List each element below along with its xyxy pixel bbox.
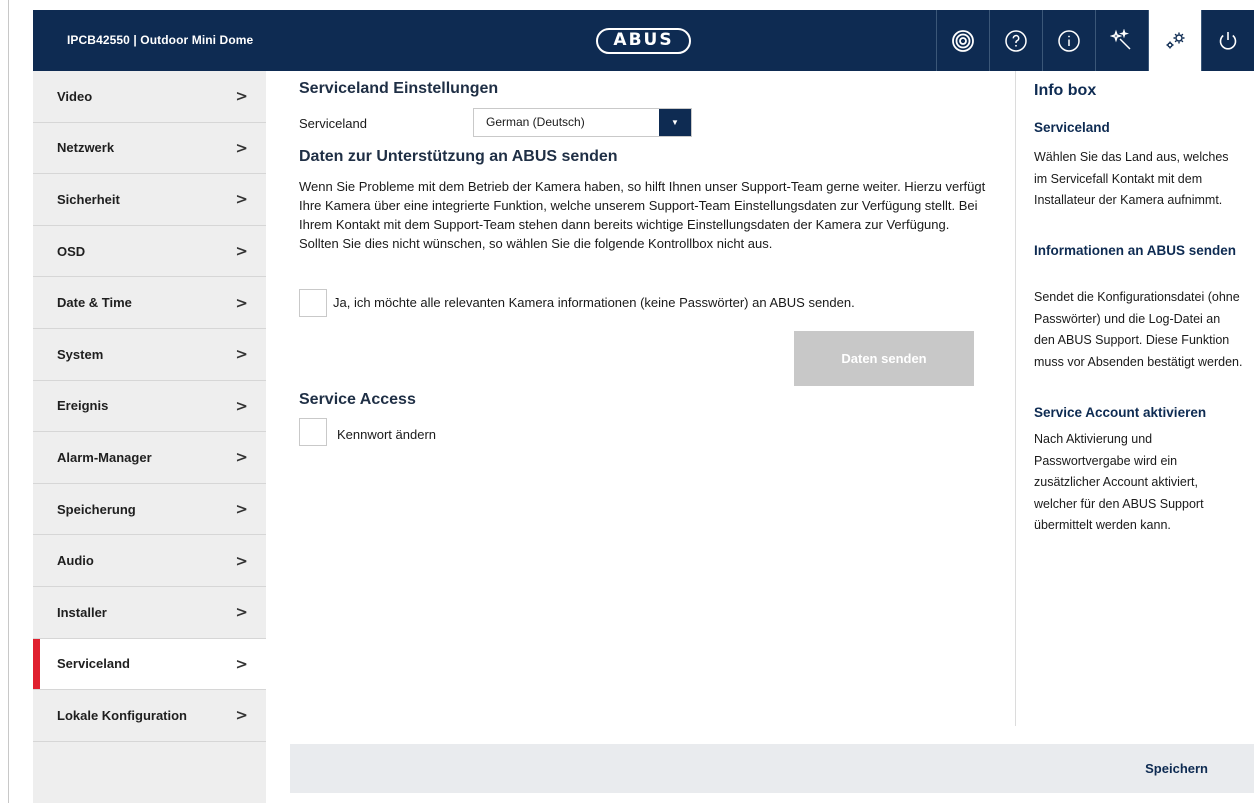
info-heading-service-account: Service Account aktivieren [1034,405,1207,420]
section-title-service-access: Service Access [299,391,416,408]
sidebar-item-label: Installer [57,604,107,620]
help-icon [1005,29,1027,52]
chevron-right-icon: > [235,654,248,673]
sidebar-item-label: Date & Time [57,295,132,311]
sidebar-item-label: Speicherung [57,501,136,517]
info-heading-serviceland: Serviceland [1034,120,1110,135]
header-toolbar [936,10,1254,71]
consent-label: Ja, ich möchte alle relevanten Kamera in… [333,295,855,310]
window-edge [0,0,33,803]
chevron-right-icon: > [235,603,248,622]
serviceland-select[interactable]: German (Deutsch) ▼ [473,108,692,137]
chevron-right-icon: > [235,138,248,157]
sidebar-item-label: Serviceland [57,656,130,672]
chevron-right-icon: > [235,448,248,467]
chevron-right-icon: > [235,551,248,570]
sidebar-item-sicherheit[interactable]: Sicherheit > [33,174,266,226]
section-title-serviceland: Serviceland Einstellungen [299,80,499,97]
info-text-send-info: Sendet die Konfigurationsdatei (ohne Pas… [1034,290,1243,369]
top-header: IPCB42550 | Outdoor Mini Dome ABUS [33,10,1254,71]
save-button[interactable]: Speichern [1145,744,1208,793]
sidebar-item-label: Sicherheit [57,191,120,207]
sidebar-item-date-time[interactable]: Date & Time > [33,277,266,329]
info-heading-send-info: Informationen an ABUS senden [1034,243,1237,258]
info-text-service-account: Nach Aktivierung und Passwortvergabe wir… [1034,432,1204,532]
consent-checkbox[interactable] [299,289,327,317]
dropdown-arrow-icon: ▼ [659,109,691,136]
sidebar-item-system[interactable]: System > [33,329,266,381]
settings-sidebar: Video > Netzwerk > Sicherheit > OSD > Date &… [33,71,266,803]
sidebar-item-speicherung[interactable]: Speicherung > [33,484,266,536]
sidebar-item-video[interactable]: Video > [33,71,266,123]
change-password-checkbox[interactable] [299,418,327,446]
chevron-right-icon: > [235,500,248,519]
serviceland-label: Serviceland [299,116,367,131]
sidebar-item-label: Audio [57,553,94,569]
sidebar-item-netzwerk[interactable]: Netzwerk > [33,123,266,175]
abus-logo: ABUS [596,28,691,54]
edge-line [8,0,9,803]
sidebar-item-label: OSD [57,243,86,259]
sidebar-item-label: Lokale Konfiguration [57,707,187,723]
sidebar-item-label: Netzwerk [57,140,115,156]
sidebar-item-label: Video [57,88,93,104]
info-box: Info box Serviceland Wählen Sie das Land… [1015,71,1254,726]
sidebar-item-alarm-manager[interactable]: Alarm-Manager > [33,432,266,484]
info-box-title: Info box [1034,82,1097,99]
sidebar-item-label: Alarm-Manager [57,449,152,465]
chevron-right-icon: > [235,396,248,415]
footer-bar: Speichern [290,744,1254,793]
sidebar-item-installer[interactable]: Installer > [33,587,266,639]
serviceland-selected-value: German (Deutsch) [486,115,585,129]
wizard-icon [1110,28,1131,50]
sidebar-item-label: System [57,346,104,362]
sidebar-item-serviceland[interactable]: Serviceland > [33,638,266,691]
wizard-button[interactable] [1095,10,1148,71]
live-view-button[interactable] [936,10,989,71]
device-title: IPCB42550 | Outdoor Mini Dome [67,33,254,47]
settings-button[interactable] [1148,10,1201,71]
chevron-right-icon: > [235,87,248,106]
info-icon [1058,29,1080,52]
power-button[interactable] [1201,10,1254,71]
change-password-label: Kennwort ändern [337,427,437,442]
power-icon [1219,31,1237,49]
sidebar-item-audio[interactable]: Audio > [33,535,266,587]
help-button[interactable] [989,10,1042,71]
live-view-icon [952,29,974,52]
section-title-send-data: Daten zur Unterstützung an ABUS senden [299,148,618,165]
support-description: Wenn Sie Probleme mit dem Betrieb der Ka… [299,179,986,251]
sidebar-item-osd[interactable]: OSD > [33,226,266,278]
chevron-right-icon: > [235,190,248,209]
chevron-right-icon: > [235,706,248,725]
info-text-serviceland: Wählen Sie das Land aus, welches im Serv… [1034,150,1229,207]
chevron-right-icon: > [235,345,248,364]
sidebar-item-ereignis[interactable]: Ereignis > [33,381,266,433]
chevron-right-icon: > [235,293,248,312]
info-button[interactable] [1042,10,1095,71]
send-data-button[interactable]: Daten senden [794,331,974,386]
chevron-right-icon: > [235,242,248,261]
settings-icon [1166,32,1185,48]
sidebar-item-lokale-konfiguration[interactable]: Lokale Konfiguration > [33,690,266,742]
sidebar-item-label: Ereignis [57,398,109,414]
